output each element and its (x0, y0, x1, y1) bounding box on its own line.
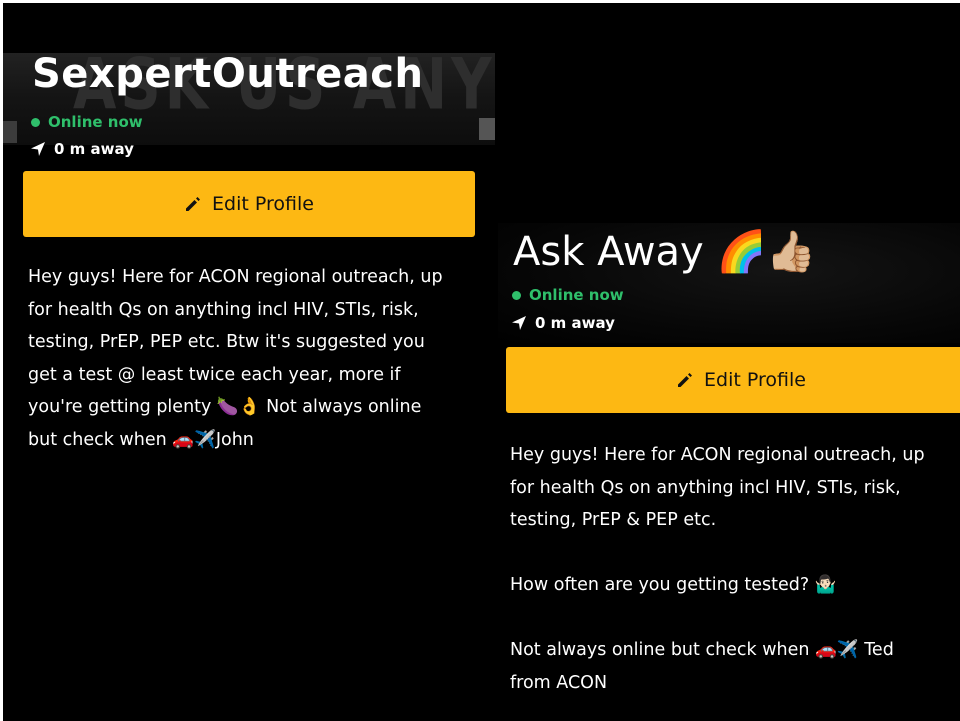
edit-profile-label: Edit Profile (704, 369, 806, 391)
profile-bio-text: Hey guys! Here for ACON regional outreac… (28, 267, 443, 450)
right-profile-panel: Ask Away 🌈👍🏼 Online now 0 m away Edit Pr… (498, 3, 960, 721)
edit-profile-button[interactable]: Edit Profile (506, 347, 960, 413)
distance-label: 0 m away (54, 140, 134, 158)
screenshot-composite: ASK US ANYTHING SexpertOutreach Online n… (3, 3, 960, 721)
online-status-label: Online now (529, 286, 624, 304)
profile-display-name: Ask Away 🌈👍🏼 (513, 229, 817, 275)
pencil-icon (676, 371, 694, 389)
left-profile-panel: ASK US ANYTHING SexpertOutreach Online n… (3, 3, 498, 721)
distance-label: 0 m away (535, 314, 615, 332)
location-arrow-icon (511, 315, 527, 331)
edit-profile-button[interactable]: Edit Profile (23, 171, 475, 237)
banner-edge-bar (3, 121, 17, 143)
online-status-label: Online now (48, 113, 143, 131)
online-status: Online now (31, 113, 143, 131)
edit-profile-label: Edit Profile (212, 193, 314, 215)
screenshot-canvas: ASK US ANYTHING SexpertOutreach Online n… (0, 0, 960, 721)
online-dot-icon (31, 117, 40, 127)
location-arrow-icon (30, 141, 46, 157)
online-status: Online now (512, 286, 624, 304)
distance-row: 0 m away (30, 140, 134, 158)
pencil-icon (184, 195, 202, 213)
online-dot-icon (512, 290, 521, 300)
profile-bio-text: Hey guys! Here for ACON regional outreac… (510, 445, 925, 693)
distance-row: 0 m away (511, 314, 615, 332)
profile-display-name: SexpertOutreach (32, 51, 424, 97)
